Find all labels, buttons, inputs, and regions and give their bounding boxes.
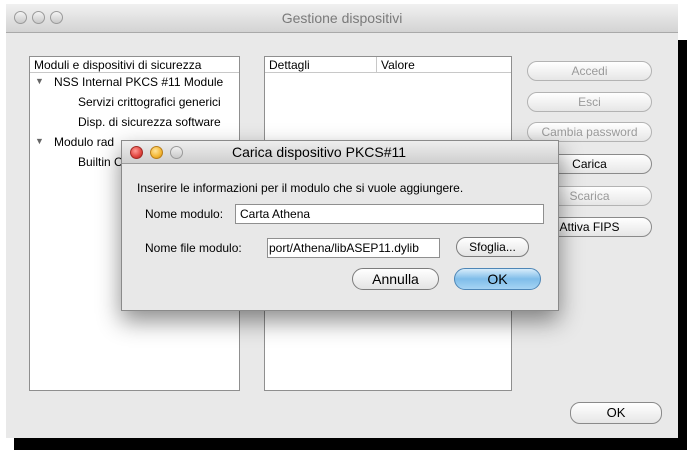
window-close-button[interactable]	[14, 11, 27, 24]
dialog-close-button[interactable]	[130, 146, 143, 159]
sfoglia-button[interactable]: Sfoglia...	[456, 237, 529, 257]
module-file-input[interactable]: port/Athena/libASEP11.dylib	[267, 238, 440, 258]
dialog-title: Carica dispositivo PKCS#11	[232, 144, 407, 160]
modules-tree-header[interactable]: Moduli e dispositivi di sicurezza	[30, 57, 239, 73]
tree-item-nss-internal[interactable]: NSS Internal PKCS #11 Module	[54, 75, 223, 89]
cambia-password-button[interactable]: Cambia password	[527, 122, 652, 142]
dialog-ok-button[interactable]: OK	[454, 268, 541, 290]
load-pkcs11-dialog: Carica dispositivo PKCS#11 Inserire le i…	[121, 140, 559, 311]
window-shadow-bottom	[14, 436, 680, 450]
tree-item-crypto-services[interactable]: Servizi crittografici generici	[78, 95, 221, 109]
ok-button[interactable]: OK	[570, 402, 662, 424]
dialog-instruction: Inserire le informazioni per il modulo c…	[137, 181, 464, 195]
details-column-header[interactable]: Dettagli	[265, 57, 377, 73]
window-minimize-button[interactable]	[32, 11, 45, 24]
accedi-button[interactable]: Accedi	[527, 61, 652, 81]
tree-item-builtin[interactable]: Builtin C	[78, 155, 123, 169]
esci-button[interactable]: Esci	[527, 92, 652, 112]
window-zoom-button[interactable]	[50, 11, 63, 24]
dialog-titlebar: Carica dispositivo PKCS#11	[122, 141, 558, 164]
tree-item-software-security[interactable]: Disp. di sicurezza software	[78, 115, 221, 129]
dialog-minimize-button[interactable]	[150, 146, 163, 159]
disclosure-triangle-icon[interactable]: ▼	[35, 76, 44, 86]
module-name-input[interactable]: Carta Athena	[235, 204, 544, 224]
module-file-label: Nome file modulo:	[145, 241, 242, 255]
annulla-button[interactable]: Annulla	[352, 268, 439, 290]
dialog-zoom-button[interactable]	[170, 146, 183, 159]
module-name-label: Nome modulo:	[145, 207, 224, 221]
tree-item-root-module[interactable]: Modulo rad	[54, 135, 114, 149]
value-column-header[interactable]: Valore	[377, 57, 511, 73]
window-title: Gestione dispositivi	[281, 10, 403, 26]
window-titlebar: Gestione dispositivi	[6, 4, 678, 33]
disclosure-triangle-icon[interactable]: ▼	[35, 136, 44, 146]
